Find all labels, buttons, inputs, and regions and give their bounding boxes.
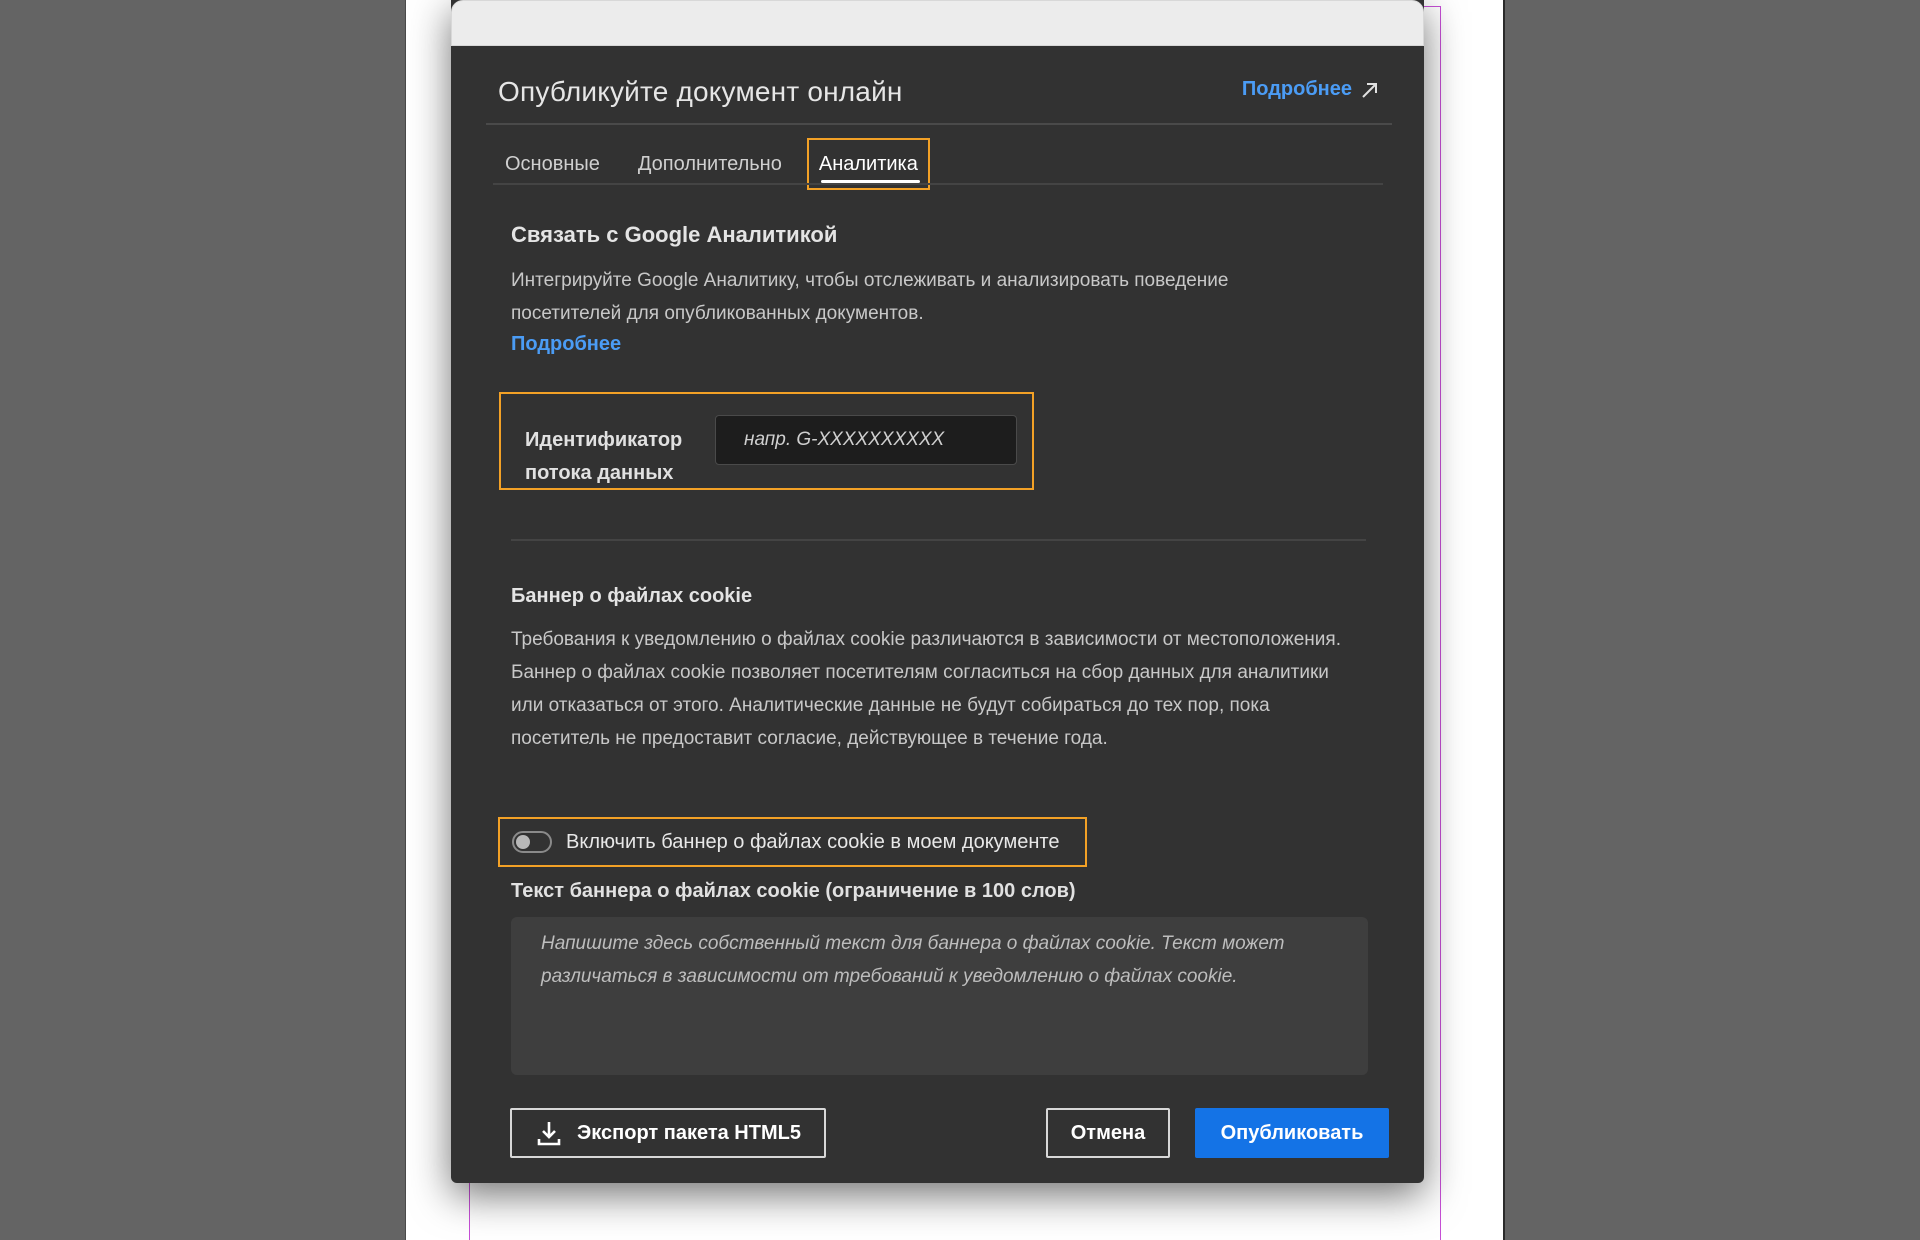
- tabs-divider: [493, 183, 1383, 185]
- download-icon: [537, 1122, 561, 1146]
- guide-line: [1440, 6, 1441, 1240]
- tab-label: Дополнительно: [637, 153, 782, 175]
- external-link-icon: [1362, 82, 1377, 98]
- help-link[interactable]: Подробнее: [1242, 78, 1380, 101]
- stream-id-input[interactable]: [715, 415, 1017, 465]
- toggle-knob: [516, 835, 530, 849]
- cookie-banner-toggle-label[interactable]: Включить баннер о файлах cookie в моем д…: [566, 831, 1059, 854]
- analytics-learn-more-link[interactable]: Подробнее: [511, 333, 621, 356]
- banner-text-input[interactable]: [511, 917, 1368, 1075]
- tab-label: Аналитика: [818, 153, 918, 175]
- help-link-label: Подробнее: [1241, 78, 1352, 100]
- dialog-titlebar[interactable]: [451, 0, 1424, 46]
- cancel-button-label: Отмена: [1070, 1121, 1146, 1144]
- cookie-section-title: Баннер о файлах cookie: [511, 585, 753, 607]
- analytics-section-title: Связать с Google Аналитикой: [511, 222, 838, 247]
- tab-label: Основные: [505, 153, 600, 175]
- banner-text-label: Текст баннера о файлах cookie (ограничен…: [511, 880, 1076, 902]
- stream-id-label: Идентификатор потока данных: [525, 429, 683, 484]
- cookie-banner-toggle-row: Включить баннер о файлах cookie в моем д…: [498, 817, 1087, 867]
- publish-button-label: Опубликовать: [1220, 1121, 1364, 1144]
- dialog-title: Опубликуйте документ онлайн: [498, 76, 903, 107]
- publish-button[interactable]: Опубликовать: [1195, 1108, 1389, 1158]
- cancel-button[interactable]: Отмена: [1046, 1108, 1170, 1158]
- title-divider: [486, 123, 1392, 125]
- stream-id-group: Идентификатор потока данных: [499, 392, 1034, 490]
- cookie-description: Требования к уведомлению о файлах cookie…: [511, 629, 1341, 749]
- export-html5-button[interactable]: Экспорт пакета HTML5: [510, 1108, 826, 1158]
- cookie-banner-toggle[interactable]: [512, 831, 552, 853]
- guide-line: [1421, 6, 1441, 7]
- export-button-label: Экспорт пакета HTML5: [577, 1121, 801, 1144]
- section-divider: [511, 539, 1366, 541]
- analytics-description: Интегрируйте Google Аналитику, чтобы отс…: [511, 270, 1229, 324]
- publish-online-dialog: Опубликуйте документ онлайн Подробнее Ос…: [451, 0, 1424, 1183]
